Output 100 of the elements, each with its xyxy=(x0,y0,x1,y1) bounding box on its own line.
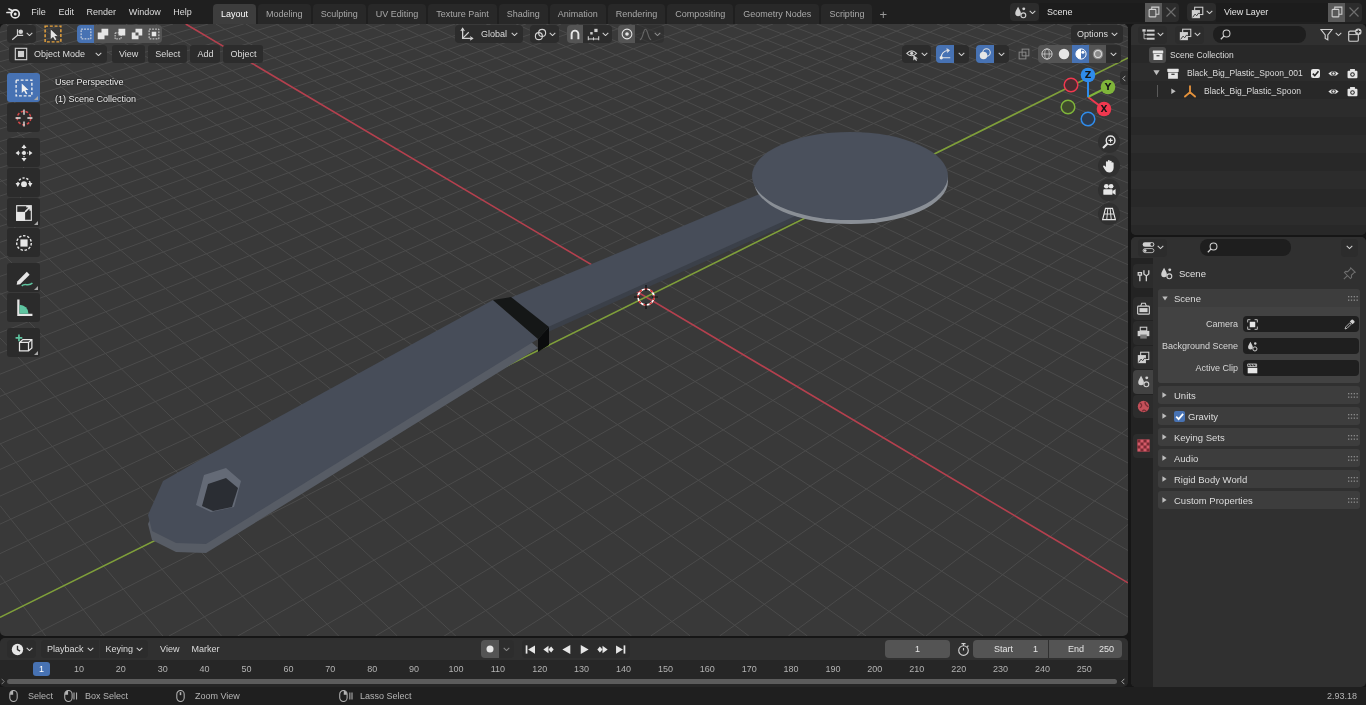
workspace-tab[interactable]: Layout xyxy=(213,4,257,24)
menu-item[interactable]: File xyxy=(25,2,53,22)
workspace-tab[interactable]: Geometry Nodes xyxy=(735,4,820,24)
scale-icon[interactable] xyxy=(7,198,40,227)
workspace-tab[interactable]: UV Editing xyxy=(367,4,427,24)
view-layer-dropdown[interactable] xyxy=(1187,3,1216,21)
grip-icon[interactable] xyxy=(1348,455,1358,461)
pin-icon[interactable] xyxy=(1343,266,1356,280)
workspace-tab[interactable]: Sculpting xyxy=(312,4,366,24)
pencil-icon[interactable] xyxy=(7,263,40,292)
cursor-icon[interactable] xyxy=(7,103,40,132)
chevron-left-icon[interactable] xyxy=(1121,678,1125,685)
menu-item[interactable]: Help xyxy=(166,2,199,22)
new-selection-icon[interactable] xyxy=(77,25,94,43)
ring-sphere-icon[interactable] xyxy=(1089,45,1106,63)
menu-item[interactable]: Render xyxy=(80,2,123,22)
disclosure-triangle-icon[interactable] xyxy=(1162,455,1167,461)
half-sphere-icon[interactable] xyxy=(1072,45,1089,63)
globe-icon[interactable] xyxy=(1133,394,1153,418)
orientation-dropdown[interactable]: Global xyxy=(455,25,523,43)
timeline-scrollbar[interactable] xyxy=(7,679,1117,684)
add-workspace-button[interactable]: + xyxy=(874,4,892,24)
movie-camera-icon[interactable] xyxy=(1098,179,1120,201)
menu-item[interactable]: Add xyxy=(190,45,221,63)
new-collection-icon[interactable] xyxy=(1348,26,1362,43)
grip-icon[interactable] xyxy=(1348,434,1358,440)
extend-selection-icon[interactable] xyxy=(94,25,111,43)
outliner-item[interactable]: Black_Big_Plastic_Spoon_001 xyxy=(1187,68,1303,78)
overlap-squares-icon[interactable] xyxy=(1016,45,1032,63)
editor-type-dropdown[interactable] xyxy=(1138,238,1167,257)
disclosure-triangle-icon[interactable] xyxy=(1162,497,1167,503)
options-dropdown[interactable] xyxy=(1341,238,1358,257)
outliner-item[interactable]: Scene Collection xyxy=(1170,50,1234,60)
workspace-tab[interactable]: Modeling xyxy=(258,4,311,24)
hand-icon[interactable] xyxy=(1098,155,1120,177)
checkbox[interactable] xyxy=(1311,68,1320,78)
intersect-selection-icon[interactable] xyxy=(145,25,162,43)
options-dropdown[interactable]: Options xyxy=(1070,25,1123,43)
search-field[interactable] xyxy=(1200,239,1291,256)
object-field[interactable] xyxy=(1243,360,1359,376)
wrench-screwdriver-icon[interactable] xyxy=(1133,264,1153,288)
disclosure-triangle-icon[interactable] xyxy=(1162,476,1167,482)
menu-item[interactable]: Object xyxy=(223,45,264,63)
gizmo-dropdown[interactable] xyxy=(954,45,969,63)
grip-icon[interactable] xyxy=(1348,392,1358,398)
add-cube-icon[interactable] xyxy=(7,328,40,357)
magnet-icon[interactable] xyxy=(567,25,583,43)
perspective-grid-icon[interactable] xyxy=(1098,203,1120,225)
disclosure-triangle-icon[interactable] xyxy=(1162,413,1167,419)
jump-start-icon[interactable] xyxy=(521,640,540,658)
visibility-dropdown[interactable] xyxy=(902,45,931,63)
outliner-item[interactable]: Black_Big_Plastic_Spoon xyxy=(1204,86,1301,96)
negative-axis-handle[interactable] xyxy=(1063,77,1079,93)
negative-axis-handle[interactable] xyxy=(1060,99,1076,115)
ruler-icon[interactable] xyxy=(7,293,40,322)
axis-handle[interactable]: X xyxy=(1087,96,1112,117)
invert-selection-icon[interactable] xyxy=(128,25,145,43)
menu-dropdown[interactable]: Playback xyxy=(41,640,99,658)
checkbox[interactable] xyxy=(1174,410,1185,422)
display-mode-dropdown[interactable] xyxy=(1175,25,1204,44)
panel-header[interactable]: Keying Sets xyxy=(1174,431,1225,443)
panel-header[interactable]: Units xyxy=(1174,389,1196,401)
menu-item[interactable]: Window xyxy=(122,2,167,22)
copy-icon[interactable] xyxy=(1145,2,1162,22)
shading-dropdown[interactable] xyxy=(1106,45,1121,63)
editor-type-dropdown[interactable] xyxy=(7,25,36,43)
camera-icon[interactable] xyxy=(1347,67,1358,79)
overlay-dropdown[interactable] xyxy=(994,45,1009,63)
solid-sphere-icon[interactable] xyxy=(1055,45,1072,63)
pivot-dropdown[interactable] xyxy=(530,25,559,43)
menu-item[interactable]: Marker xyxy=(185,640,226,658)
editor-type-dropdown[interactable] xyxy=(7,640,36,658)
menu-dropdown[interactable]: Keying xyxy=(99,640,149,658)
disclosure-triangle-icon[interactable] xyxy=(1162,434,1167,440)
playhead[interactable]: 1 xyxy=(33,661,50,676)
search-field[interactable] xyxy=(1213,26,1306,43)
disclosure-triangle-icon[interactable] xyxy=(1162,392,1167,398)
overlap-circles-icon[interactable] xyxy=(976,45,994,63)
menu-item[interactable]: View xyxy=(154,640,186,658)
select-box-icon[interactable] xyxy=(7,73,40,102)
panel-header[interactable]: Gravity xyxy=(1188,410,1219,422)
menu-item[interactable]: Select xyxy=(148,45,188,63)
stopwatch-icon[interactable] xyxy=(957,642,970,656)
mode-dropdown[interactable]: Object Mode xyxy=(9,45,107,63)
menu-item[interactable]: View xyxy=(112,45,146,63)
image-stack-icon[interactable] xyxy=(1133,345,1153,369)
copy-icon[interactable] xyxy=(1328,2,1345,22)
panel-header[interactable]: Audio xyxy=(1174,452,1199,464)
menu-item[interactable]: Edit xyxy=(52,2,81,22)
move-icon[interactable] xyxy=(7,138,40,167)
chevron-right-icon[interactable] xyxy=(1,678,5,685)
workspace-tab[interactable]: Animation xyxy=(549,4,606,24)
grip-icon[interactable] xyxy=(1348,295,1358,301)
object-field[interactable] xyxy=(1243,316,1359,332)
editor-type-dropdown[interactable] xyxy=(1138,25,1167,44)
start-frame-field[interactable]: Start 1 xyxy=(973,640,1048,658)
workspace-tab[interactable]: Scripting xyxy=(821,4,873,24)
printer-icon[interactable] xyxy=(1133,321,1153,345)
disclosure-triangle-icon[interactable] xyxy=(1162,295,1168,301)
disclosure-triangle-icon[interactable] xyxy=(1171,87,1176,95)
